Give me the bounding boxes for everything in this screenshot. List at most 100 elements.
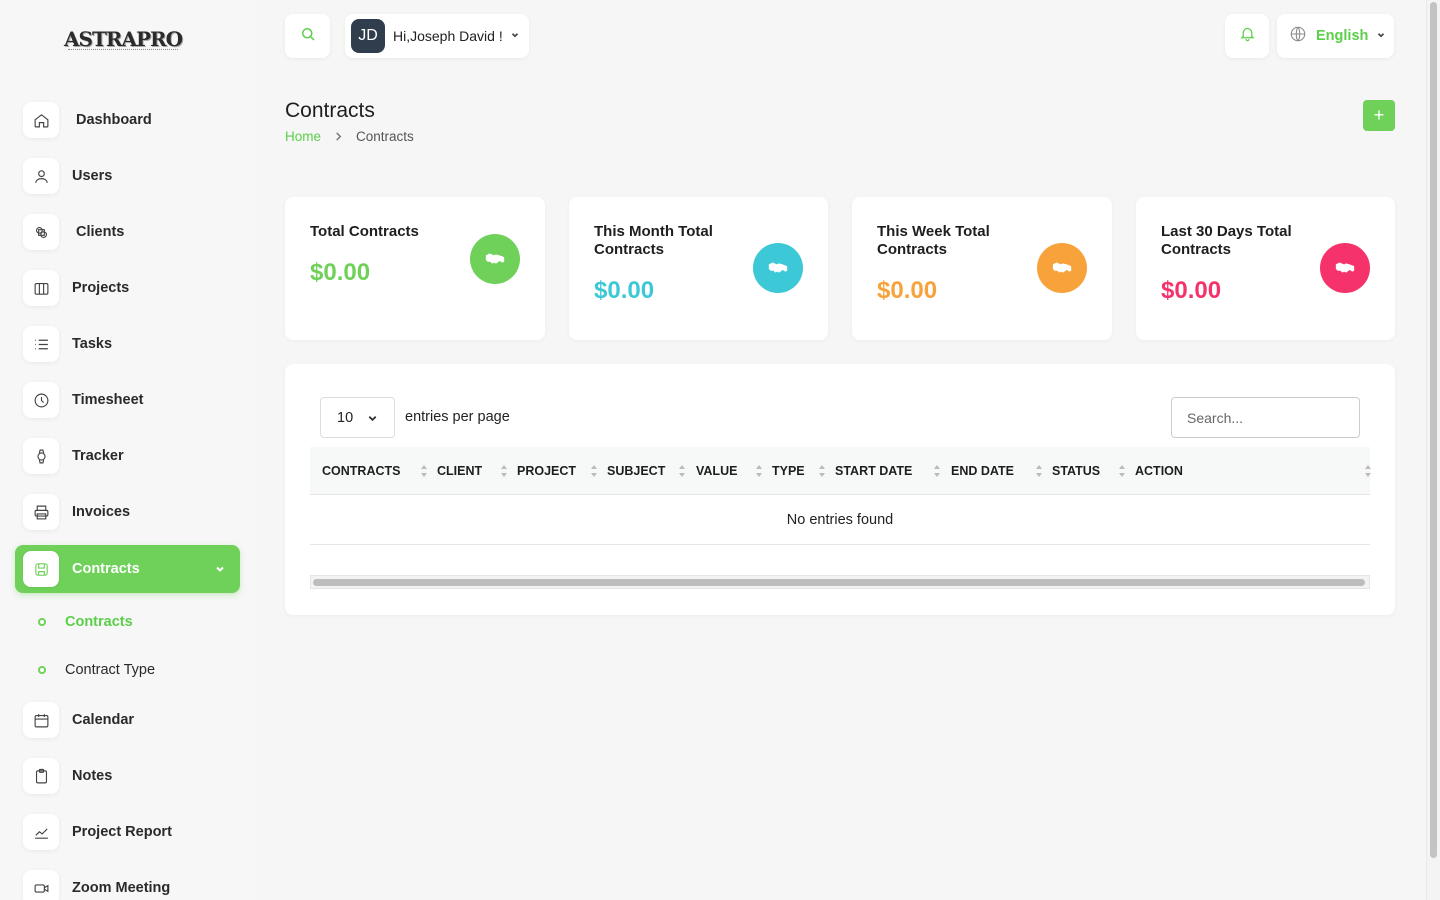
sidebar-item-label: Invoices	[72, 504, 131, 520]
sort-icon[interactable]	[933, 463, 941, 479]
sidebar-item-label: Contracts	[72, 561, 140, 577]
sidebar-item-calendar[interactable]: Calendar	[15, 696, 240, 744]
sidebar-item-clients[interactable]: Clients	[15, 208, 240, 256]
column-header-action[interactable]: ACTION	[1135, 447, 1183, 495]
sidebar-item-users[interactable]: Users	[15, 152, 240, 200]
stat-card-total: Total Contracts $0.00	[285, 197, 545, 340]
sort-icon[interactable]	[1118, 463, 1126, 479]
handshake-icon	[470, 234, 520, 284]
column-header-end-date[interactable]: END DATE	[951, 447, 1014, 495]
per-page-value: 10	[337, 409, 354, 426]
chevron-right-icon	[334, 129, 343, 144]
entries-per-page-select[interactable]: 10	[320, 397, 395, 438]
sidebar-item-project-report[interactable]: Project Report	[15, 808, 240, 856]
column-header-type[interactable]: TYPE	[772, 447, 805, 495]
sidebar: ASTRAPRO Dashboard Users Clients Project…	[0, 0, 255, 900]
submenu-item-contracts[interactable]: Contracts	[38, 610, 133, 634]
submenu-label: Contract Type	[65, 662, 156, 678]
language-selector[interactable]: English	[1277, 14, 1394, 58]
sidebar-item-label: Clients	[76, 224, 125, 240]
chevron-down-icon	[367, 412, 378, 428]
notifications-button[interactable]	[1225, 14, 1269, 58]
clipboard-icon	[23, 758, 59, 794]
bullet-icon	[38, 618, 46, 626]
sidebar-item-dashboard[interactable]: Dashboard	[15, 96, 240, 144]
chevron-down-icon	[214, 562, 226, 574]
sidebar-item-tasks[interactable]: Tasks	[15, 320, 240, 368]
table-header: CONTRACTS CLIENT PROJECT SUBJECT VALUE T…	[310, 447, 1372, 495]
sidebar-item-tracker[interactable]: Tracker	[15, 432, 240, 480]
contracts-table-panel: 10 entries per page CONTRACTS CLIENT PRO…	[285, 364, 1395, 615]
column-header-contracts[interactable]: CONTRACTS	[322, 447, 400, 495]
stat-value: $0.00	[1161, 277, 1222, 304]
column-header-start-date[interactable]: START DATE	[835, 447, 912, 495]
scrollbar-thumb[interactable]	[313, 579, 1365, 586]
sort-icon[interactable]	[590, 463, 598, 479]
chevron-down-icon	[1376, 27, 1386, 45]
printer-icon	[23, 494, 59, 530]
submenu-item-contract-type[interactable]: Contract Type	[38, 658, 155, 682]
column-header-status[interactable]: STATUS	[1052, 447, 1100, 495]
sidebar-item-label: Zoom Meeting	[72, 880, 171, 896]
user-menu[interactable]: JD Hi,Joseph David !	[345, 14, 529, 58]
contract-icon	[23, 551, 59, 587]
clients-icon	[23, 214, 59, 250]
stat-value: $0.00	[877, 277, 938, 304]
stat-card-30-days: Last 30 Days Total Contracts $0.00	[1136, 197, 1395, 340]
sidebar-item-label: Projects	[72, 280, 130, 296]
sidebar-item-contracts[interactable]: Contracts	[15, 545, 240, 593]
projects-icon	[23, 270, 59, 306]
column-header-client[interactable]: CLIENT	[437, 447, 482, 495]
stat-title: This Week Total Contracts	[877, 223, 990, 258]
column-header-project[interactable]: PROJECT	[517, 447, 576, 495]
sidebar-item-projects[interactable]: Projects	[15, 264, 240, 312]
brand-logo[interactable]: ASTRAPRO	[64, 22, 188, 56]
watch-icon	[23, 438, 59, 474]
search-button[interactable]	[285, 14, 330, 58]
handshake-icon	[1320, 243, 1370, 293]
sidebar-item-invoices[interactable]: Invoices	[15, 488, 240, 536]
per-page-label: entries per page	[405, 409, 510, 425]
sort-icon[interactable]	[420, 463, 428, 479]
sort-icon[interactable]	[500, 463, 508, 479]
sidebar-item-zoom-meeting[interactable]: Zoom Meeting	[15, 864, 240, 900]
sort-icon[interactable]	[755, 463, 763, 479]
stat-value: $0.00	[594, 277, 655, 304]
breadcrumb-home-link[interactable]: Home	[285, 129, 321, 144]
sort-icon[interactable]	[1364, 463, 1372, 479]
table-search-input[interactable]	[1171, 397, 1360, 438]
sidebar-item-label: Users	[72, 168, 113, 184]
video-icon	[23, 870, 59, 900]
add-contract-button[interactable]: +	[1363, 100, 1395, 131]
submenu-label: Contracts	[65, 614, 133, 630]
sidebar-item-label: Tasks	[72, 336, 113, 352]
stat-title: This Month Total Contracts	[594, 223, 713, 258]
sidebar-item-label: Calendar	[72, 712, 135, 728]
language-label: English	[1316, 28, 1369, 44]
sidebar-item-notes[interactable]: Notes	[15, 752, 240, 800]
scrollbar-thumb[interactable]	[1430, 2, 1437, 858]
user-icon	[23, 158, 59, 194]
column-header-value[interactable]: VALUE	[696, 447, 737, 495]
stat-value: $0.00	[310, 259, 371, 286]
clock-icon	[23, 382, 59, 418]
sidebar-item-label: Notes	[72, 768, 113, 784]
page-scrollbar[interactable]	[1426, 0, 1440, 900]
bell-icon	[1239, 25, 1256, 47]
breadcrumb: Home Contracts	[285, 129, 414, 144]
sidebar-item-timesheet[interactable]: Timesheet	[15, 376, 240, 424]
horizontal-scrollbar[interactable]	[310, 575, 1370, 589]
avatar: JD	[351, 19, 385, 53]
sort-icon[interactable]	[1035, 463, 1043, 479]
sort-icon[interactable]	[678, 463, 686, 479]
stat-title: Last 30 Days Total Contracts	[1161, 223, 1292, 258]
breadcrumb-current: Contracts	[356, 129, 414, 144]
globe-icon	[1289, 25, 1307, 48]
column-header-subject[interactable]: SUBJECT	[607, 447, 665, 495]
handshake-icon	[1037, 243, 1087, 293]
bullet-icon	[38, 666, 46, 674]
stat-card-week: This Week Total Contracts $0.00	[852, 197, 1112, 340]
home-icon	[23, 102, 59, 138]
sort-icon[interactable]	[818, 463, 826, 479]
sidebar-item-label: Dashboard	[76, 112, 152, 128]
